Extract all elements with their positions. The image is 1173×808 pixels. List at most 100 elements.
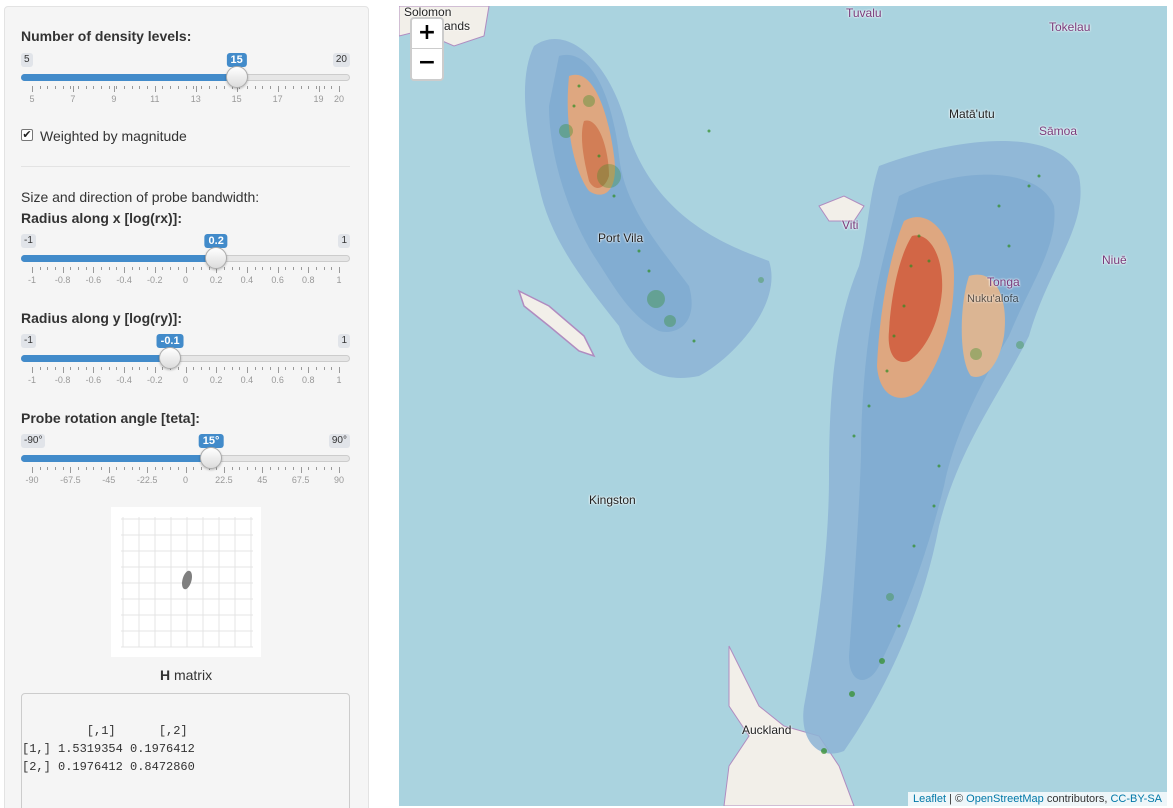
slider-handle[interactable] (205, 247, 228, 269)
quake-point (583, 95, 595, 107)
slider-minor-tick (162, 367, 164, 370)
slider-tick-label: 5 (29, 94, 35, 104)
slider-minor-tick (323, 86, 325, 89)
slider-minor-tick (39, 86, 41, 89)
slider-handle[interactable] (159, 347, 182, 369)
slider-fill (21, 455, 212, 462)
slider-minor-tick (47, 467, 49, 470)
slider-tick-label: -1 (27, 275, 37, 285)
slider-value-label: 15 (226, 53, 247, 67)
map-attribution: Leaflet | © OpenStreetMap contributors, … (907, 792, 1167, 806)
bandwidth-intro: Size and direction of probe bandwidth: (21, 189, 260, 205)
density-levels-label: Number of density levels: (21, 28, 192, 44)
teta-label: Probe rotation angle [teta]: (21, 410, 200, 426)
slider-major-tick (124, 267, 126, 273)
quake-point (559, 124, 573, 138)
rx-slider[interactable]: -1 1 0.2 -1 -0.8 -0.6 -0.4 -0.2 0 0.2 0.4 0.6 0.8… (21, 234, 350, 294)
slider-tick-label: 11 (150, 94, 160, 104)
slider-tick-label: 0.6 (271, 375, 284, 385)
quake-point (909, 264, 913, 268)
slider-major-tick (339, 467, 340, 473)
slider-tick-label: 7 (70, 94, 76, 104)
slider-minor-tick (78, 86, 80, 89)
slider-tick-label: 0.2 (209, 375, 223, 385)
place-label-auckland: Auckland (742, 723, 792, 737)
quake-point (647, 269, 651, 273)
slider-minor-tick (131, 267, 133, 270)
quake-point (1027, 184, 1031, 188)
slider-minor-tick (331, 86, 333, 89)
slider-minor-tick (101, 267, 103, 270)
slider-minor-tick (124, 467, 126, 470)
slider-major-tick (308, 367, 310, 373)
slider-value-label: 15° (198, 434, 224, 448)
place-label-samoa: Sāmoa (1039, 124, 1078, 138)
slider-minor-tick (223, 86, 225, 89)
slider-minor-tick (200, 367, 202, 370)
quake-point (970, 348, 982, 360)
slider-tick-label: 0.8 (302, 275, 315, 285)
slider-minor-tick (246, 86, 248, 89)
quake-point (577, 84, 581, 88)
quake-point (1007, 244, 1011, 248)
slider-minor-tick (70, 86, 72, 89)
slider-minor-tick (200, 86, 202, 89)
quake-point (597, 164, 621, 188)
density-levels-slider[interactable]: 5 20 15 5 7 9 11 13 15 17 19 20 (21, 53, 350, 113)
slider-minor-tick (62, 467, 64, 470)
quake-point (897, 624, 901, 628)
slider-minor-tick (208, 86, 210, 89)
slider-tick-label: 1 (336, 375, 342, 385)
land-layer (399, 6, 865, 806)
slider-minor-tick (170, 267, 172, 270)
slider-fill (21, 355, 171, 362)
weighted-checkbox[interactable]: ✔ (21, 129, 33, 141)
slider-minor-tick (216, 86, 218, 89)
slider-minor-tick (315, 467, 317, 470)
slider-ticks (21, 86, 350, 92)
slider-minor-tick (292, 267, 294, 270)
quake-point (937, 464, 941, 468)
place-label-tonga: Tonga (987, 275, 1020, 289)
slider-minor-tick (185, 86, 187, 89)
slider-tick-label: -0.8 (54, 275, 71, 285)
leaflet-map[interactable]: Solomon Islands Tuvalu Tokelau Matā'utu … (399, 6, 1167, 806)
slider-minor-tick (139, 467, 141, 470)
license-link[interactable]: CC-BY-SA (1110, 793, 1162, 805)
quake-point (885, 369, 889, 373)
probe-ellipse-plot (111, 507, 261, 657)
slider-minor-tick (116, 467, 118, 470)
slider-handle[interactable] (200, 447, 223, 469)
ry-slider[interactable]: -1 1 -0.1 -1 -0.8 -0.6 -0.4 -0.2 0 0.2 0.4 0.6 0.… (21, 334, 350, 394)
probe-plot-svg (121, 517, 253, 648)
slider-minor-tick (177, 86, 179, 89)
slider-tick-label: 20 (333, 94, 345, 104)
slider-minor-tick (239, 267, 241, 270)
slider-tick-label: 90 (333, 475, 345, 485)
slider-minor-tick (223, 367, 225, 370)
zoom-in-button[interactable]: + (412, 19, 442, 49)
slider-minor-tick (269, 467, 271, 470)
slider-minor-tick (331, 467, 333, 470)
slider-major-tick (62, 367, 64, 373)
slider-handle[interactable] (225, 66, 248, 88)
quake-point (879, 658, 885, 664)
slider-minor-tick (47, 367, 49, 370)
slider-major-tick (93, 367, 95, 373)
slider-tick-label: 1 (336, 275, 342, 285)
slider-minor-tick (78, 267, 80, 270)
slider-minor-tick (308, 467, 310, 470)
zoom-out-button[interactable]: − (412, 49, 442, 79)
slider-major-tick (185, 267, 187, 273)
leaflet-link[interactable]: Leaflet (913, 793, 946, 805)
quake-point (932, 504, 936, 508)
slider-tick-label: 0.6 (271, 275, 284, 285)
slider-minor-tick (177, 467, 179, 470)
new-caledonia-land (517, 289, 596, 358)
slider-minor-tick (154, 467, 156, 470)
slider-minor-tick (193, 367, 195, 370)
slider-minor-tick (254, 467, 256, 470)
teta-slider[interactable]: -90° 90° 15° -90 -67.5 -45 -22.5 0 22.5 45 67.5… (21, 434, 350, 494)
weighted-label[interactable]: Weighted by magnitude (40, 128, 187, 144)
osm-link[interactable]: OpenStreetMap (966, 793, 1044, 805)
